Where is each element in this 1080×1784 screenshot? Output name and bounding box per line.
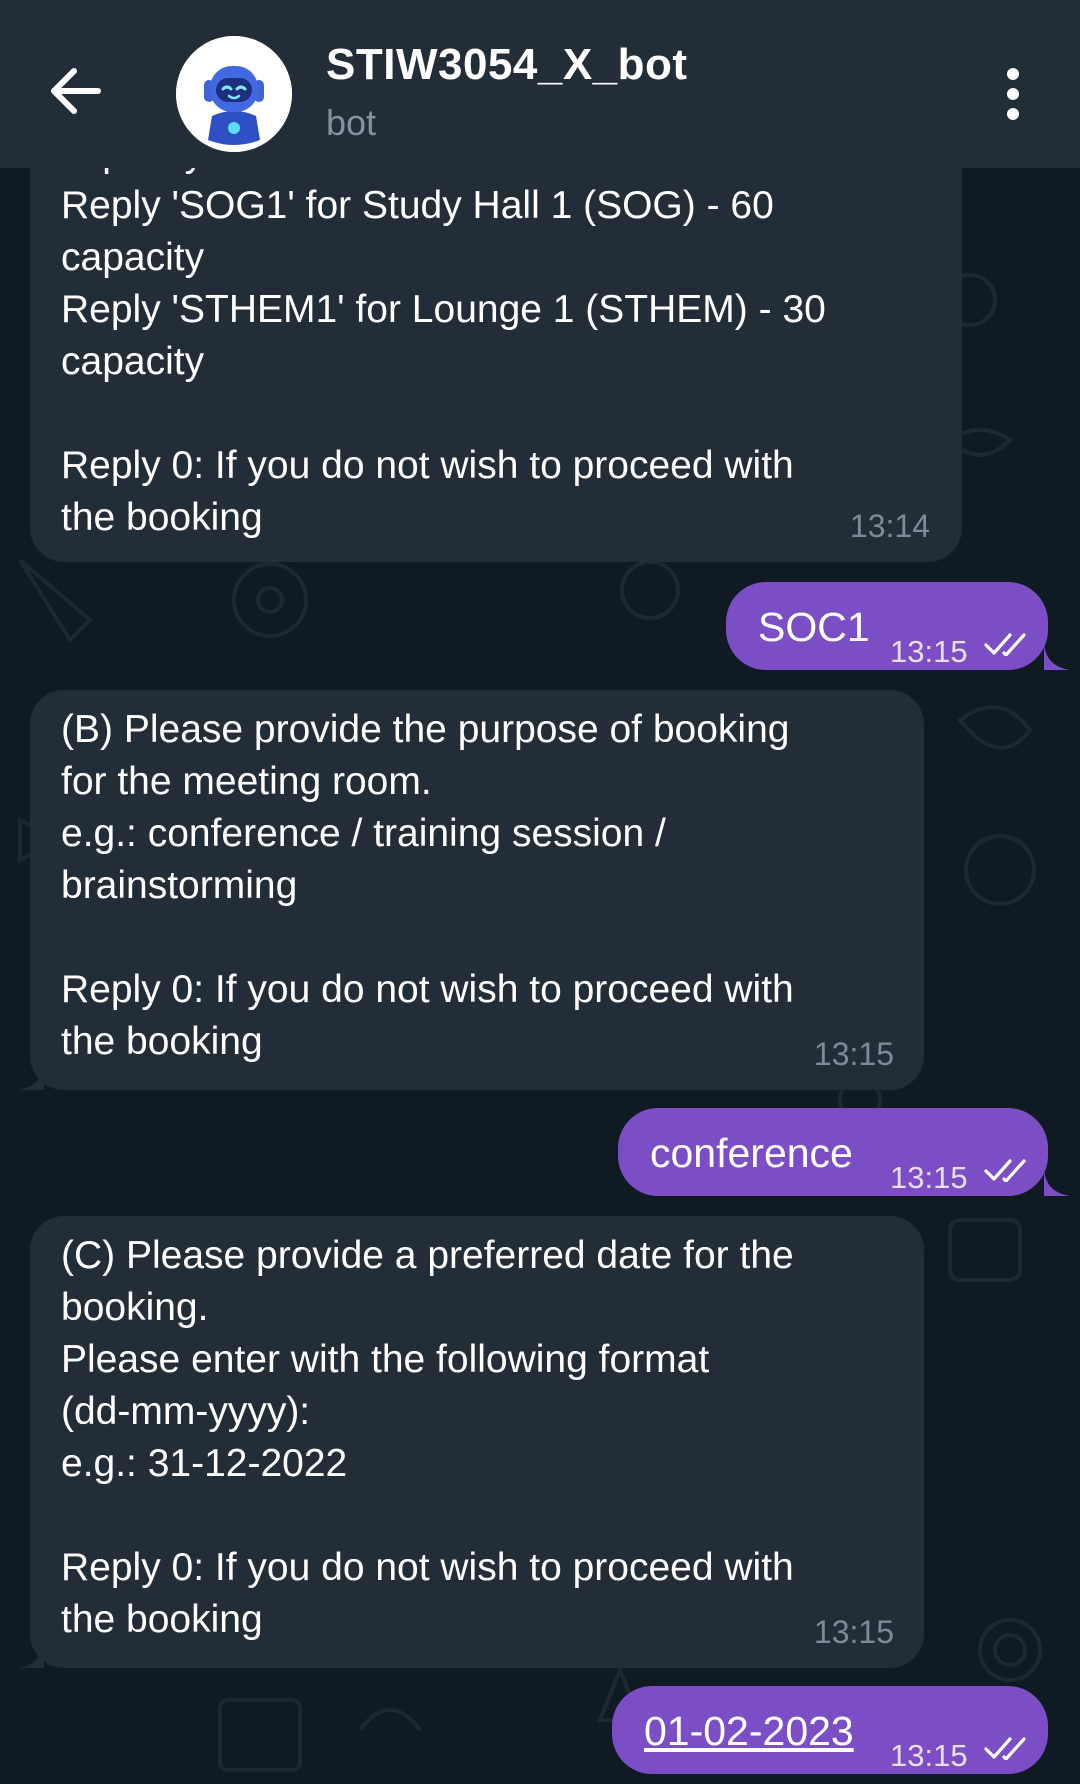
more-options-button[interactable] [990,60,1036,128]
back-button[interactable] [40,54,110,124]
message-text: SOC1 [758,604,870,650]
message-line [61,1490,890,1542]
incoming-message[interactable]: capacity Reply 'SOG1' for Study Hall 1 (… [30,110,962,562]
outgoing-message[interactable]: conference 13:15 [618,1108,1048,1196]
message-text: conference [650,1130,853,1176]
message-line: (C) Please provide a preferred date for … [61,1234,794,1277]
robot-avatar-icon [176,36,292,152]
message-line [61,912,890,964]
chat-subtitle: bot [326,102,377,143]
incoming-message[interactable]: (B) Please provide the purpose of bookin… [30,690,924,1090]
message-line: for the meeting room. [61,760,432,803]
message-line: Please enter with the following format [61,1338,710,1381]
outgoing-message[interactable]: SOC1 13:15 [726,582,1048,670]
message-line: the booking [61,496,263,539]
double-check-icon [984,1737,1026,1760]
message-line: capacity [61,340,205,383]
message-line: e.g.: conference / training session / [61,812,666,855]
message-line: the booking [61,1598,263,1641]
message-line: booking. [61,1286,209,1329]
more-vertical-icon [1007,68,1019,120]
message-time: 13:15 [890,634,968,669]
message-line: Reply 'STHEM1' for Lounge 1 (STHEM) - 30 [61,288,826,331]
message-line: Reply 'SOG1' for Study Hall 1 (SOG) - 60 [61,184,774,227]
arrow-left-icon [51,68,101,114]
outgoing-message[interactable]: 01-02-2023 13:15 [612,1686,1048,1774]
chat-header: STIW3054_X_bot bot [0,0,1080,168]
message-text-link[interactable]: 01-02-2023 [644,1708,854,1754]
message-line: the booking [61,1020,263,1063]
message-line: (B) Please provide the purpose of bookin… [61,708,790,751]
bubble-tail [1044,640,1070,670]
message-time: 13:15 [890,1738,968,1773]
message-time: 13:15 [890,1160,968,1195]
message-time: 13:15 [813,1614,894,1650]
message-line: e.g.: 31-12-2022 [61,1442,348,1485]
double-check-icon [984,633,1026,656]
bubble-tail [1044,1166,1070,1196]
avatar[interactable] [176,36,292,152]
incoming-message[interactable]: (C) Please provide a preferred date for … [30,1216,924,1668]
message-line: (dd-mm-yyyy): [61,1390,311,1433]
message-line: Reply 0: If you do not wish to proceed w… [61,1546,794,1589]
message-line [61,388,928,440]
message-time: 13:15 [813,1036,894,1072]
message-line: Reply 0: If you do not wish to proceed w… [61,444,794,487]
message-line: brainstorming [61,864,298,907]
message-line: capacity [61,236,205,279]
double-check-icon [984,1159,1026,1182]
message-time: 13:14 [849,508,930,544]
chat-title[interactable]: STIW3054_X_bot [326,40,688,90]
message-line: Reply 0: If you do not wish to proceed w… [61,968,794,1011]
